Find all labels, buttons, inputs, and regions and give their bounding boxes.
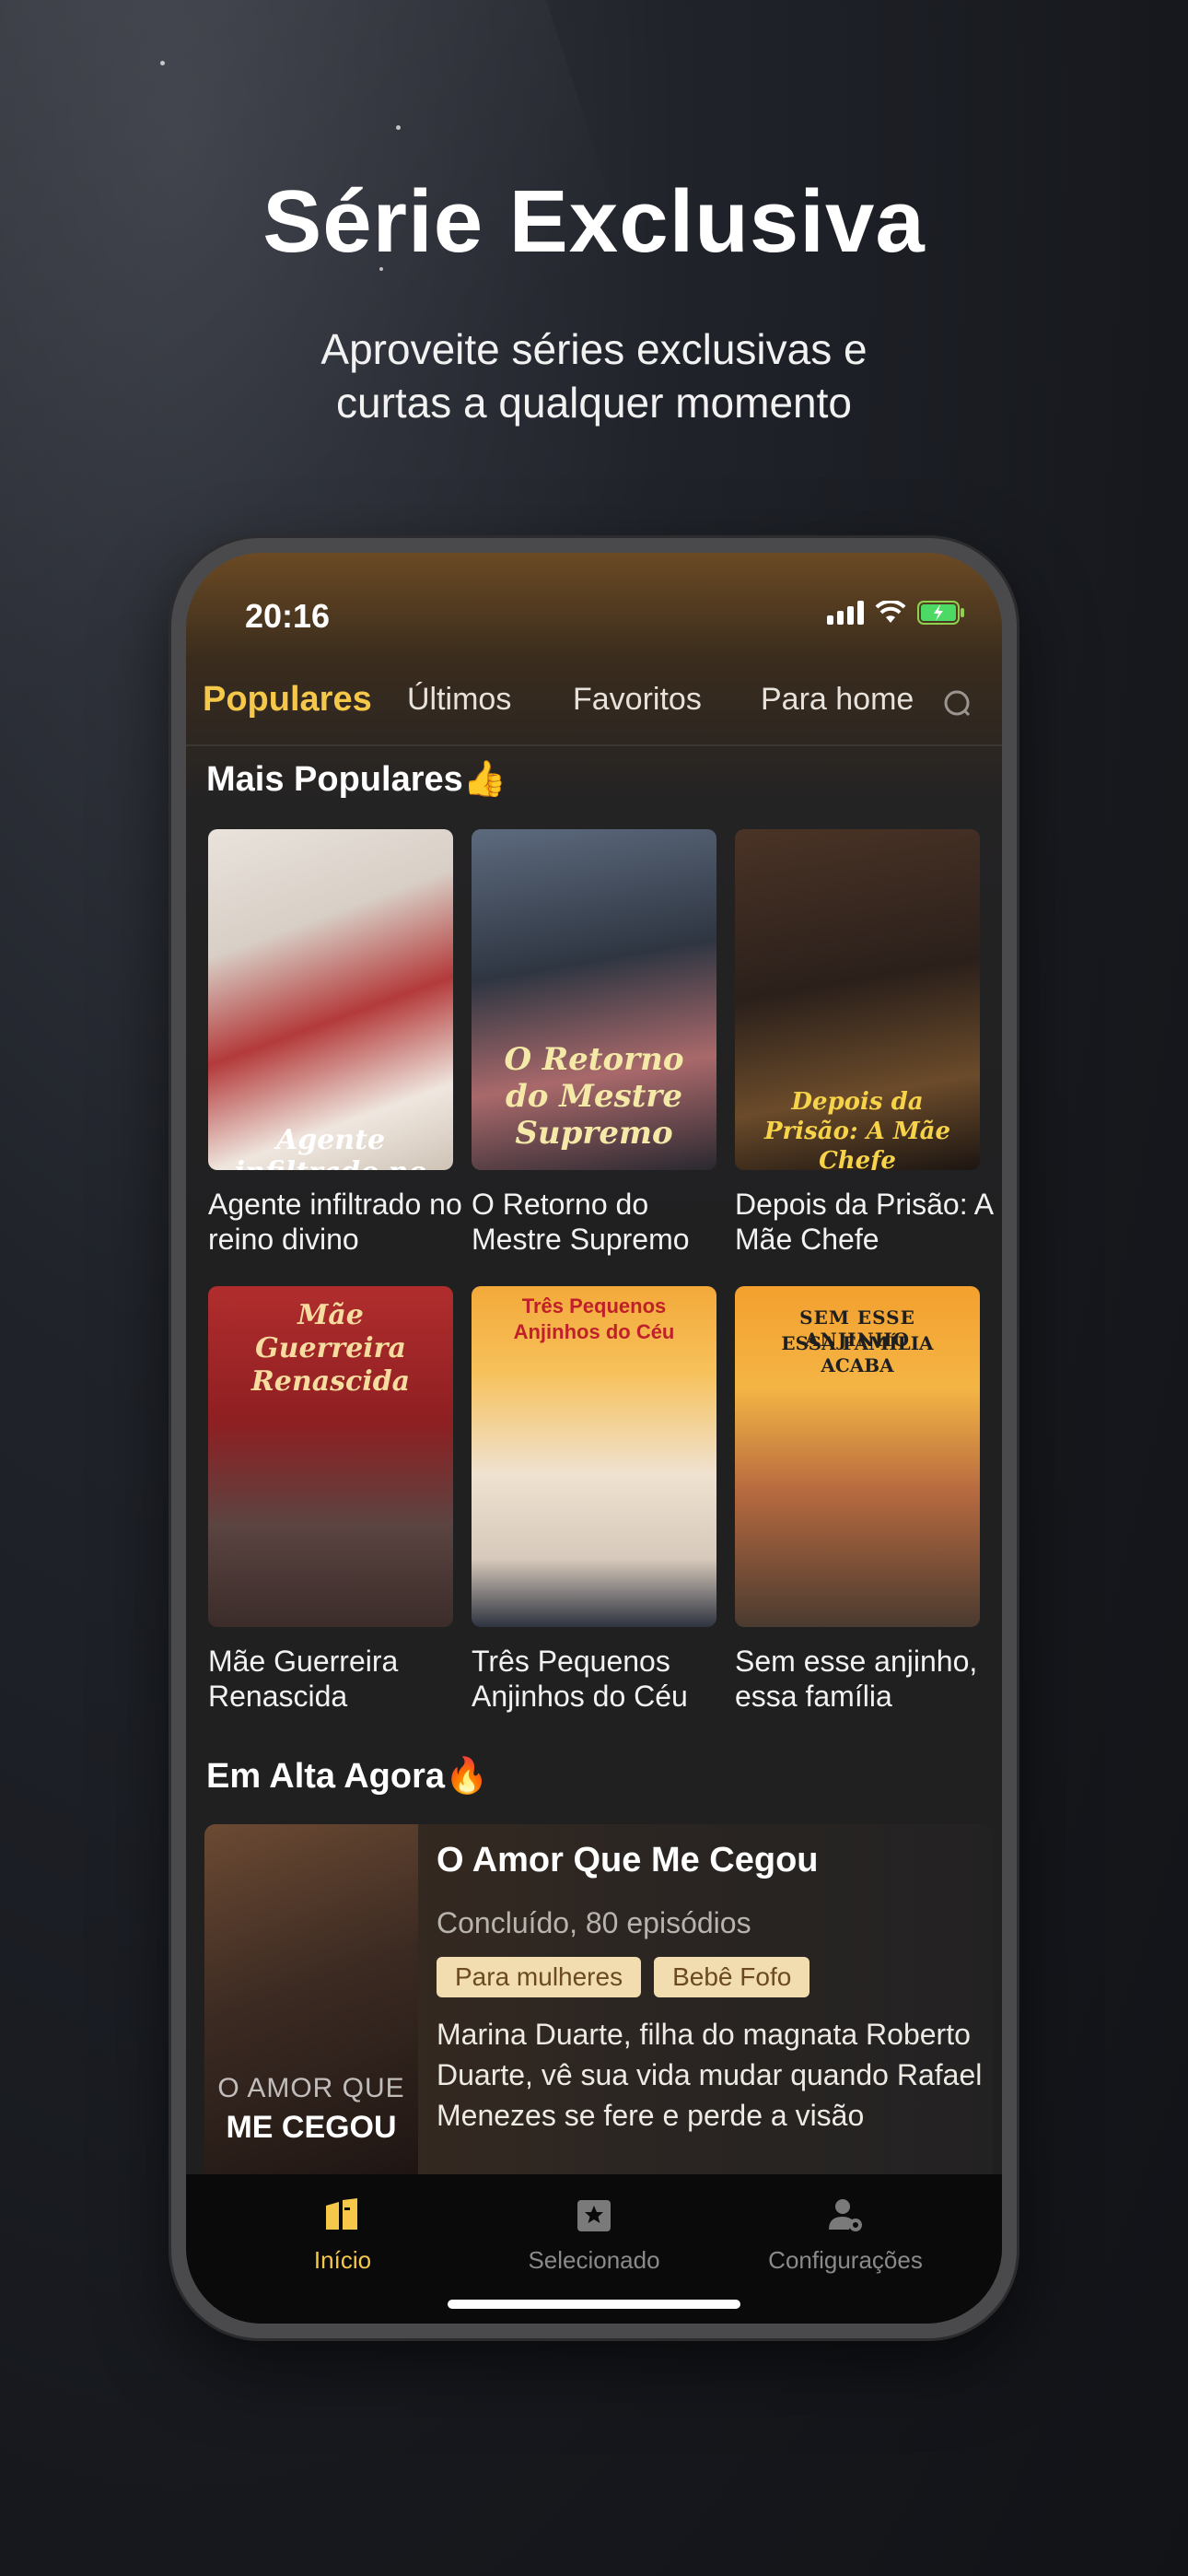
tab-favoritos[interactable]: Favoritos xyxy=(573,682,702,718)
series-card[interactable]: Três Pequenos Anjinhos do Céu Três Peque… xyxy=(472,1286,716,1714)
series-poster[interactable]: Agente infiltrado no xyxy=(208,829,453,1170)
tabbar-selecionado[interactable]: Selecionado xyxy=(493,2195,695,2275)
wifi-icon xyxy=(875,601,906,625)
series-title[interactable]: Agente infiltrado no reino divino xyxy=(208,1187,475,1257)
section-title-trending: Em Alta Agora🔥 xyxy=(206,1757,489,1796)
phone-frame: 20:16 Populares Últimos Favoritos Para h… xyxy=(171,538,1017,2338)
poster-title: Mãe Guerreira Renascida xyxy=(250,1299,411,1398)
series-poster[interactable]: Depois da Prisão: A Mãe Chefe Impression… xyxy=(735,829,980,1170)
hero-title: Série Exclusiva xyxy=(262,172,926,271)
poster-title: O Retorno do Mestre Supremo xyxy=(504,1041,684,1152)
tabbar-configuracoes[interactable]: Configurações xyxy=(744,2195,947,2275)
tab-para-home[interactable]: Para home xyxy=(761,682,926,718)
tabbar-label: Configurações xyxy=(768,2246,923,2274)
poster-title: Depois da Prisão: A Mãe Chefe Impression… xyxy=(764,1088,950,1170)
series-card[interactable]: O Retorno do Mestre Supremo O Retorno do… xyxy=(472,829,716,1257)
phone-screen: 20:16 Populares Últimos Favoritos Para h… xyxy=(186,553,1002,2324)
featured-series-card[interactable]: O AMOR QUE ME CEGOU O Amor Que Me Cegou … xyxy=(204,1824,993,2193)
series-poster[interactable]: Mãe Guerreira Renascida xyxy=(208,1286,453,1627)
series-poster[interactable]: SEM ESSE ANJINHO ESSA FAMÍLIA ACABA xyxy=(735,1286,980,1627)
featured-tags: Para mulheres Bebê Fofo xyxy=(437,1957,989,1997)
tag-badge[interactable]: Para mulheres xyxy=(437,1957,642,1997)
series-poster[interactable]: Três Pequenos Anjinhos do Céu xyxy=(472,1286,716,1627)
series-title[interactable]: Depois da Prisão: A Mãe Chefe xyxy=(735,1187,1002,1257)
series-title[interactable]: Mãe Guerreira Renascida xyxy=(208,1644,475,1714)
series-title[interactable]: Sem esse anjinho, essa família xyxy=(735,1644,1002,1714)
tab-populares[interactable]: Populares xyxy=(203,680,372,720)
series-title[interactable]: O Retorno do Mestre Supremo xyxy=(472,1187,739,1257)
series-poster[interactable]: O Retorno do Mestre Supremo xyxy=(472,829,716,1170)
poster-title: Três Pequenos Anjinhos do Céu xyxy=(513,1294,675,1343)
tab-ultimos[interactable]: Últimos xyxy=(407,682,511,718)
featured-poster[interactable]: O AMOR QUE ME CEGOU xyxy=(204,1824,418,2193)
hero-subtitle: Aproveite séries exclusivas e curtas a q… xyxy=(0,322,1188,429)
selected-star-icon xyxy=(574,2195,614,2235)
series-card[interactable]: Mãe Guerreira Renascida Mãe Guerreira Re… xyxy=(208,1286,453,1714)
status-bar: 20:16 xyxy=(186,597,1002,652)
signal-icon xyxy=(827,601,864,625)
battery-charging-icon xyxy=(917,601,965,625)
series-title[interactable]: Três Pequenos Anjinhos do Céu xyxy=(472,1644,739,1714)
series-card[interactable]: Agente infiltrado no Agente infiltrado n… xyxy=(208,829,462,1257)
featured-description: Marina Duarte, filha do magnata Roberto … xyxy=(437,2018,983,2132)
hero-subtitle-line: Aproveite séries exclusivas e xyxy=(320,325,868,373)
star-sparkle xyxy=(160,61,165,65)
tabbar-label: Início xyxy=(313,2246,372,2274)
user-settings-icon xyxy=(825,2195,866,2235)
home-book-icon xyxy=(322,2195,363,2235)
status-time: 20:16 xyxy=(245,597,331,635)
featured-poster-title: ME CEGOU xyxy=(226,2110,397,2145)
tabbar-inicio[interactable]: Início xyxy=(241,2195,444,2275)
featured-meta: Concluído, 80 episódios xyxy=(437,1906,751,1939)
search-icon[interactable] xyxy=(943,689,973,719)
star-sparkle xyxy=(396,125,401,130)
home-indicator[interactable] xyxy=(448,2300,740,2309)
featured-poster-title: O AMOR QUE xyxy=(217,2073,405,2103)
series-card[interactable]: Depois da Prisão: A Mãe Chefe Impression… xyxy=(735,829,992,1257)
tab-para-home-clip: Para home xyxy=(761,682,926,718)
poster-title: ESSA FAMÍLIA ACABA xyxy=(781,1332,934,1376)
featured-title[interactable]: O Amor Que Me Cegou xyxy=(437,1841,989,1880)
category-tabs: Populares Últimos Favoritos Para home xyxy=(186,673,1002,746)
tag-badge[interactable]: Bebê Fofo xyxy=(654,1957,810,1997)
series-card[interactable]: SEM ESSE ANJINHO ESSA FAMÍLIA ACABA Sem … xyxy=(735,1286,980,1714)
hero-subtitle-line: curtas a qualquer momento xyxy=(336,379,852,427)
tabbar-label: Selecionado xyxy=(528,2246,660,2274)
section-title-popular: Mais Populares👍 xyxy=(206,760,507,799)
featured-body: O Amor Que Me Cegou Concluído, 80 episód… xyxy=(437,1841,989,2136)
status-icons xyxy=(827,601,965,625)
poster-title: Agente infiltrado no xyxy=(235,1124,427,1170)
